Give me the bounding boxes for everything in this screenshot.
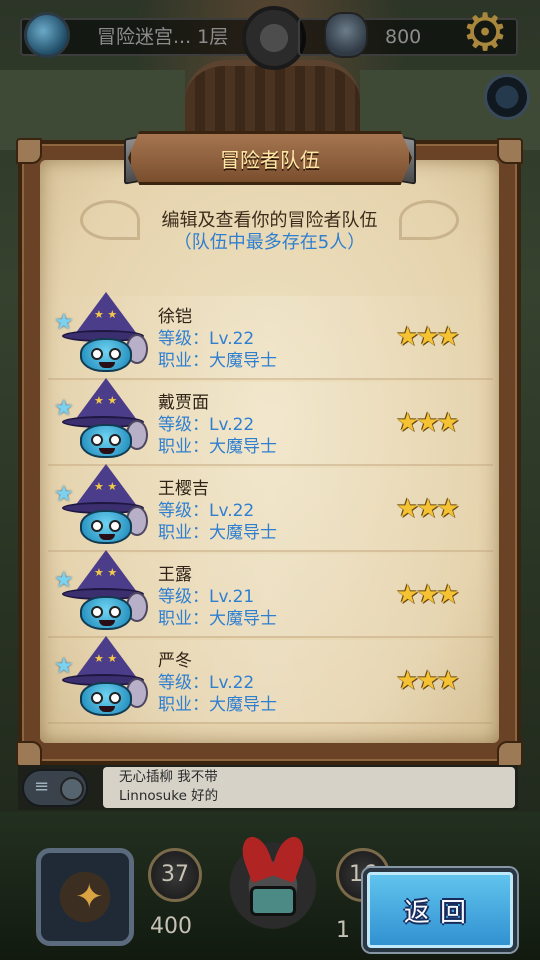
eye-icon (109, 606, 121, 618)
back-button[interactable]: 返回 (363, 868, 517, 952)
panel-title: 冒险者队伍 (128, 131, 412, 185)
top-bar: 冒险迷宫... 1层 800 ⚙ (0, 0, 540, 70)
knight-portrait[interactable] (214, 832, 332, 960)
panel-corner (16, 741, 42, 767)
wizard-face (80, 682, 132, 716)
member-rating: ★★★ (396, 580, 460, 610)
eye-icon (91, 520, 103, 532)
eye-icon (91, 692, 103, 704)
owl-icon (324, 12, 368, 58)
star-icon: ★ (416, 322, 439, 352)
eye-icon (109, 520, 121, 532)
eye-icon (109, 692, 121, 704)
member-job: 职业：大魔导士 (158, 695, 277, 715)
mouth-icon (99, 706, 115, 712)
hat-star-icon: ★ ★ (94, 394, 118, 407)
eye-icon (91, 348, 103, 360)
intro-line-1: 编辑及查看你的冒险者队伍 (161, 210, 378, 231)
panel-corner (497, 138, 523, 164)
star-icon: ★ (436, 322, 460, 352)
member-rating: ★★★ (396, 408, 460, 438)
right-count: 1 (336, 918, 350, 943)
hat-star-icon: ★ ★ (94, 308, 118, 321)
compass-slot-button[interactable]: ✦ (36, 848, 134, 946)
member-row[interactable]: ★ ★ ★ 王樱吉 等级：Lv.22 职业：大魔导士 ★★★ (48, 464, 493, 552)
wizard-avatar: ★ ★ ★ (48, 462, 158, 552)
horn-icon (237, 832, 277, 884)
mouth-icon (99, 534, 115, 540)
mouth-icon (99, 362, 115, 368)
gem-icon[interactable] (24, 12, 70, 58)
mouth-icon (99, 448, 115, 454)
eye-icon (91, 434, 103, 446)
member-job: 职业：大魔导士 (158, 609, 277, 629)
star-icon: ★ (416, 408, 439, 438)
chat-bubble-icon (60, 777, 84, 801)
left-level-badge: 37 (148, 848, 202, 902)
star-icon: ★ (416, 666, 439, 696)
hat-star-icon: ★ ★ (94, 652, 118, 665)
eye-icon (91, 606, 103, 618)
left-count: 400 (150, 914, 192, 939)
back-button-label: 返回 (403, 897, 476, 928)
member-rating: ★★★ (396, 494, 460, 524)
panel-intro: 编辑及查看你的冒险者队伍 （队伍中最多存在5人） (18, 210, 521, 254)
star-icon: ★ (396, 322, 419, 352)
compass-icon[interactable] (484, 74, 530, 120)
member-job: 职业：大魔导士 (158, 351, 277, 371)
member-job: 职业：大魔导士 (158, 437, 277, 457)
helmet-visor (250, 886, 296, 916)
star-icon: ★ (416, 494, 439, 524)
member-row[interactable]: ★ ★ ★ 严冬 等级：Lv.22 职业：大魔导士 ★★★ (48, 636, 493, 724)
panel-corner (497, 741, 523, 767)
member-job: 职业：大魔导士 (158, 523, 277, 543)
star-icon: ★ (436, 580, 460, 610)
member-row[interactable]: ★ ★ ★ 王露 等级：Lv.21 职业：大魔导士 ★★★ (48, 550, 493, 638)
member-row[interactable]: ★ ★ ★ 戴贾面 等级：Lv.22 职业：大魔导士 ★★★ (48, 378, 493, 466)
chat-message: Linnosuke 好的 (119, 788, 219, 804)
star-icon: ★ (436, 408, 460, 438)
star-icon: ★ (396, 408, 419, 438)
mouth-icon (99, 620, 115, 626)
location-label: 冒险迷宫... 1层 (97, 26, 229, 48)
wizard-avatar: ★ ★ ★ (48, 548, 158, 638)
panel-title-text: 冒险者队伍 (220, 147, 320, 172)
chat-lines-icon: ≡ (34, 776, 50, 797)
star-icon: ★ (396, 494, 419, 524)
coin-count: 800 (385, 26, 422, 48)
panel-corner (16, 138, 42, 164)
star-icon: ★ (416, 580, 439, 610)
member-rating: ★★★ (396, 322, 460, 352)
member-row[interactable]: ★ ★ ★ 徐铠 等级：Lv.22 职业：大魔导士 ★★★ (48, 292, 493, 380)
star-icon: ★ (436, 494, 460, 524)
wizard-face (80, 510, 132, 544)
eye-icon (109, 434, 121, 446)
chat-strip: ≡ 无心插柳 我不带 Linnosuke 好的 (18, 765, 518, 810)
hat-star-icon: ★ ★ (94, 566, 118, 579)
hat-star-icon: ★ ★ (94, 480, 118, 493)
star-icon: ★ (396, 666, 419, 696)
wizard-avatar: ★ ★ ★ (48, 376, 158, 466)
chat-messages[interactable]: 无心插柳 我不带 Linnosuke 好的 (103, 767, 515, 808)
wizard-face (80, 338, 132, 372)
chat-toggle-button[interactable]: ≡ (22, 769, 88, 807)
left-level-value: 37 (161, 862, 189, 887)
star-icon: ★ (396, 580, 419, 610)
wizard-face (80, 424, 132, 458)
wizard-avatar: ★ ★ ★ (48, 290, 158, 380)
star-icon: ★ (436, 666, 460, 696)
gear-icon[interactable]: ⚙ (460, 7, 510, 59)
horn-icon (269, 832, 309, 884)
compass-needle-icon: ✦ (75, 877, 104, 917)
wizard-face (80, 596, 132, 630)
chat-message: 无心插柳 我不带 (119, 769, 218, 785)
wizard-avatar: ★ ★ ★ (48, 634, 158, 724)
medallion-icon[interactable] (242, 6, 306, 70)
eye-icon (109, 348, 121, 360)
intro-line-2: （队伍中最多存在5人） (173, 232, 366, 253)
member-rating: ★★★ (396, 666, 460, 696)
